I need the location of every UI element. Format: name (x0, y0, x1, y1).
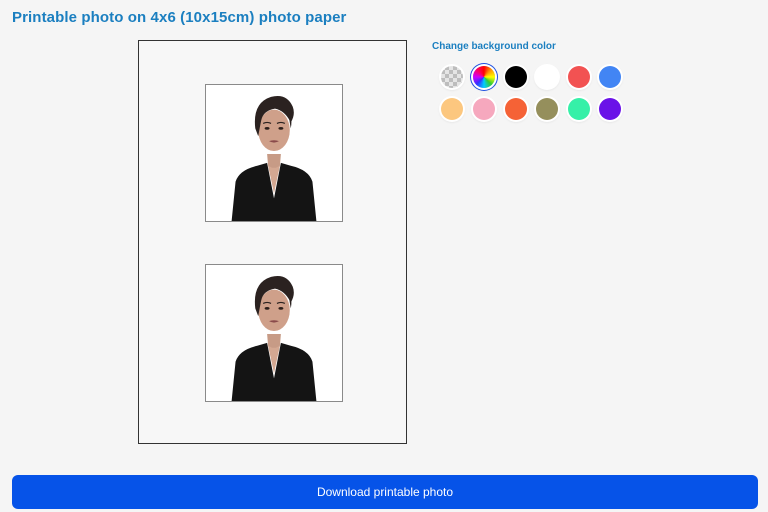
swatch-rainbow[interactable] (473, 66, 495, 88)
swatch-purple[interactable] (599, 98, 621, 120)
swatch-black[interactable] (505, 66, 527, 88)
swatch-olive[interactable] (536, 98, 558, 120)
passport-photo (205, 264, 343, 402)
download-printable-photo-button[interactable]: Download printable photo (12, 475, 758, 509)
printable-photo-page: Printable photo on 4x6 (10x15cm) photo p… (0, 0, 768, 512)
passport-photo (205, 84, 343, 222)
swatch-orange[interactable] (505, 98, 527, 120)
background-color-label: Change background color (432, 41, 556, 52)
swatch-red[interactable] (568, 66, 590, 88)
swatch-blue[interactable] (599, 66, 621, 88)
swatch-pink[interactable] (473, 98, 495, 120)
portrait-image (206, 85, 342, 221)
swatch-white[interactable] (536, 66, 558, 88)
swatch-peach[interactable] (441, 98, 463, 120)
page-title: Printable photo on 4x6 (10x15cm) photo p… (12, 9, 347, 26)
swatch-transparent[interactable] (441, 66, 463, 88)
photo-paper-preview (138, 40, 407, 444)
portrait-image (206, 265, 342, 401)
swatch-mint[interactable] (568, 98, 590, 120)
